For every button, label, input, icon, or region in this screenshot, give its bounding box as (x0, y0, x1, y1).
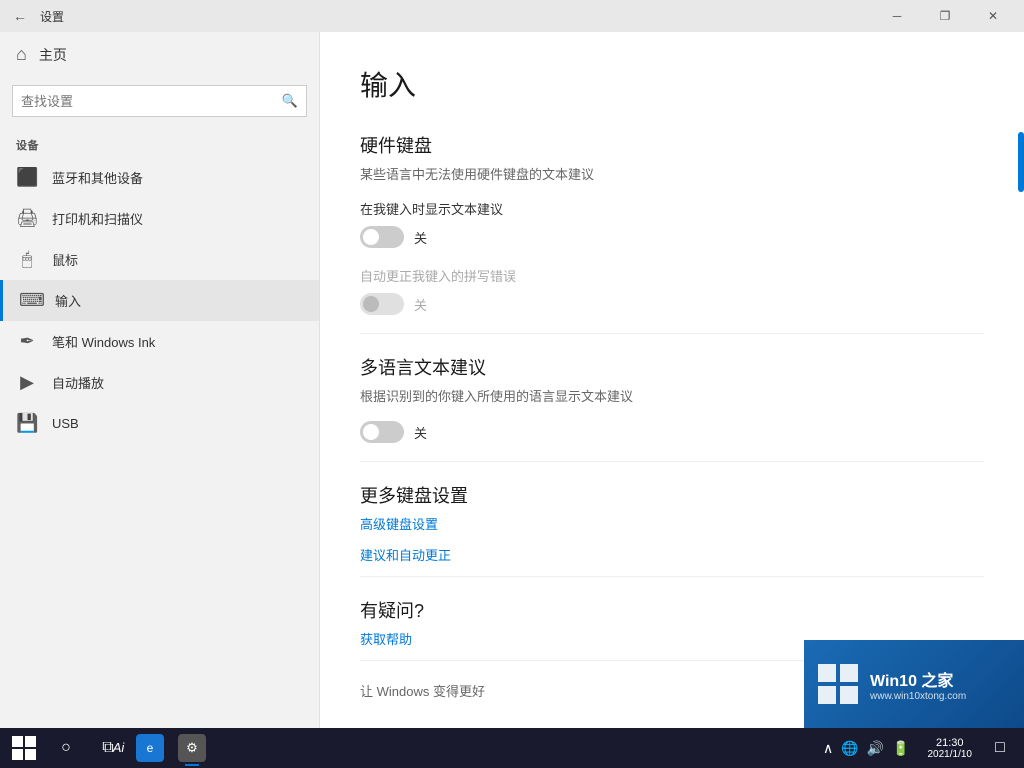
text-suggestion-toggle[interactable] (360, 226, 404, 248)
titlebar-title: 设置 (40, 8, 64, 25)
watermark-logo (816, 662, 860, 706)
home-label: 主页 (39, 45, 67, 65)
minimize-button[interactable]: ─ (874, 0, 920, 32)
toggle2-text: 关 (414, 295, 427, 314)
multilang-toggle[interactable] (360, 421, 404, 443)
watermark-sub: www.win10xtong.com (870, 691, 966, 702)
advanced-keyboard-link[interactable]: 高级键盘设置 (360, 514, 984, 533)
windows-logo (12, 736, 36, 760)
titlebar: ← 设置 ─ ❐ ✕ (0, 0, 1024, 32)
notification-button[interactable]: □ (980, 728, 1020, 768)
printer-icon: 🖨 (16, 208, 38, 229)
sidebar-item-bluetooth[interactable]: ⬛ 蓝牙和其他设备 (0, 157, 319, 198)
ai-label: Ai (113, 740, 125, 755)
divider2 (360, 461, 984, 462)
notification-icon: □ (995, 739, 1005, 757)
sidebar-item-autoplay[interactable]: ▶ 自动播放 (0, 362, 319, 403)
content-area: 输入 硬件键盘 某些语言中无法使用硬件键盘的文本建议 在我键入时显示文本建议 关… (320, 32, 1024, 728)
autocorrect-toggle[interactable] (360, 293, 404, 315)
volume-icon[interactable]: 🔊 (865, 738, 886, 759)
toggle2-row: 关 (360, 293, 984, 315)
settings-app-icon: ⚙ (178, 734, 206, 762)
chevron-up-icon[interactable]: ∧ (821, 738, 835, 759)
autoplay-icon: ▶ (16, 372, 38, 393)
settings-window: ← 设置 ─ ❐ ✕ ⌂ 主页 🔍 设备 ⬛ (0, 0, 1024, 728)
scrollbar-thumb[interactable] (1018, 132, 1024, 192)
watermark: Win10 之家 www.win10xtong.com (804, 640, 1024, 728)
watermark-text: Win10 之家 www.win10xtong.com (870, 667, 966, 702)
search-input[interactable] (21, 94, 282, 109)
mouse-icon: 🖱 (16, 249, 38, 270)
toggle1-text: 关 (414, 228, 427, 247)
sidebar-item-pen[interactable]: ✒ 笔和 Windows Ink (0, 321, 319, 362)
maximize-button[interactable]: ❐ (922, 0, 968, 32)
multilang-toggle-row: 关 (360, 421, 984, 443)
clock[interactable]: 21:30 2021/1/10 (922, 737, 979, 760)
taskbar-app-settings[interactable]: ⚙ (172, 728, 212, 768)
help-title: 有疑问? (360, 597, 984, 623)
bluetooth-icon: ⬛ (16, 167, 38, 188)
suggestions-autocorrect-link[interactable]: 建议和自动更正 (360, 545, 984, 564)
usb-icon: 💾 (16, 413, 38, 434)
page-title: 输入 (360, 64, 984, 104)
sidebar-home-item[interactable]: ⌂ 主页 (0, 32, 319, 77)
sidebar-item-input[interactable]: ⌨ 输入 (0, 280, 319, 321)
taskbar: ○ ⧉ e ⚙ ∧ 🌐 🔊 🔋 21:30 2021/1/10 □ Ai (0, 728, 1024, 768)
home-icon: ⌂ (16, 44, 27, 65)
hardware-keyboard-desc: 某些语言中无法使用硬件键盘的文本建议 (360, 164, 984, 183)
search-icon: 🔍 (282, 93, 298, 109)
sidebar-item-usb[interactable]: 💾 USB (0, 403, 319, 444)
watermark-title: Win10 之家 (870, 667, 966, 691)
battery-icon[interactable]: 🔋 (890, 738, 911, 759)
search-box[interactable]: 🔍 (12, 85, 307, 117)
close-button[interactable]: ✕ (970, 0, 1016, 32)
toggle1-row: 关 (360, 226, 984, 248)
search-taskbar-icon: ○ (61, 739, 71, 757)
divider3 (360, 576, 984, 577)
clock-date: 2021/1/10 (928, 749, 973, 760)
main-area: ⌂ 主页 🔍 设备 ⬛ 蓝牙和其他设备 🖨 打印机和扫描仪 🖱 鼠标 (0, 32, 1024, 728)
multilang-title: 多语言文本建议 (360, 354, 984, 380)
search-taskbar-button[interactable]: ○ (46, 728, 86, 768)
network-icon[interactable]: 🌐 (839, 738, 860, 759)
divider1 (360, 333, 984, 334)
hardware-keyboard-title: 硬件键盘 (360, 132, 984, 158)
sidebar-item-printer[interactable]: 🖨 打印机和扫描仪 (0, 198, 319, 239)
clock-time: 21:30 (928, 737, 973, 749)
keyboard-icon: ⌨ (19, 290, 41, 311)
sidebar: ⌂ 主页 🔍 设备 ⬛ 蓝牙和其他设备 🖨 打印机和扫描仪 🖱 鼠标 (0, 32, 320, 728)
system-tray: ∧ 🌐 🔊 🔋 (813, 738, 920, 759)
ai-label-area: Ai (95, 727, 142, 768)
sidebar-section-label: 设备 (0, 125, 319, 157)
multilang-toggle-text: 关 (414, 423, 427, 442)
window-controls: ─ ❐ ✕ (874, 0, 1016, 32)
back-button[interactable]: ← (8, 4, 32, 28)
multilang-desc: 根据识别到的你键入所使用的语言显示文本建议 (360, 386, 984, 405)
sidebar-item-mouse[interactable]: 🖱 鼠标 (0, 239, 319, 280)
start-button[interactable] (4, 728, 44, 768)
more-keyboard-title: 更多键盘设置 (360, 482, 984, 508)
toggle2-label: 自动更正我键入的拼写错误 (360, 266, 984, 285)
toggle1-label: 在我键入时显示文本建议 (360, 199, 984, 218)
pen-icon: ✒ (16, 331, 38, 352)
